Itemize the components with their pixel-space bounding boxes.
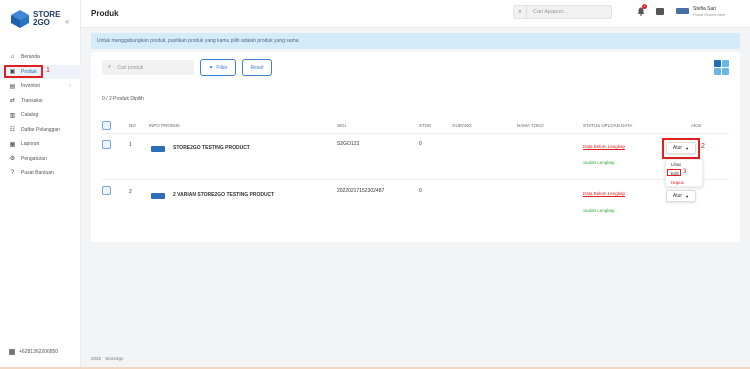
sidebar-item-label: Laporan xyxy=(21,141,40,148)
column-header-status: STATUS UPLOAD DATA xyxy=(583,123,633,128)
info-banner: Untuk menggabungkan produk, pastikan pro… xyxy=(91,33,740,49)
selected-count: 0 / 2 Produk Dipilih xyxy=(102,96,144,102)
column-header-info: INFO PRODUK xyxy=(149,123,181,128)
sidebar-item-transaksi[interactable]: ⇄ Transaksi xyxy=(0,94,81,109)
sidebar-item-pusat-bantuan[interactable]: ? Pusat Bantuan xyxy=(0,166,81,181)
menu-item-hapus[interactable]: Hapus xyxy=(671,180,684,185)
search-placeholder: Cari Apapun... xyxy=(533,9,568,15)
user-role: Pusat Eksmember xyxy=(693,12,726,17)
column-header-aksi: AKSI xyxy=(691,123,702,128)
status-complete-text: Sudah Lengkap xyxy=(583,160,615,165)
product-stok: 0 xyxy=(419,188,422,194)
notification-badge: 1 xyxy=(642,4,647,9)
annotation-number-3: 3 xyxy=(683,169,687,175)
column-header-nama-toko: NAMA TOKO xyxy=(517,123,544,128)
avatar[interactable] xyxy=(676,8,689,14)
column-header-sku: SKU xyxy=(337,123,347,128)
home-icon: ⌂ xyxy=(10,54,15,61)
atur-button[interactable]: Atur ▼ xyxy=(666,190,696,202)
status-incomplete-link[interactable]: Data Belum Lengkap xyxy=(583,144,625,149)
status-incomplete-link[interactable]: Data Belum Lengkap xyxy=(583,191,625,196)
store2go-logo[interactable]: STORE 2GO xyxy=(10,9,60,29)
catalog-icon: ▥ xyxy=(9,112,16,119)
phone-icon xyxy=(9,349,15,355)
product-thumbnail xyxy=(151,193,165,199)
filter-icon: ▼ xyxy=(208,64,214,71)
caret-down-icon: ▼ xyxy=(685,193,690,199)
footer: 2025 Store2go xyxy=(91,356,124,361)
product-name[interactable]: STORE2GO TESTING PRODUCT xyxy=(173,145,250,151)
footer-year: 2025 xyxy=(91,356,102,361)
divider xyxy=(102,179,729,180)
logo-line2: 2GO xyxy=(33,18,50,27)
row-checkbox[interactable] xyxy=(102,186,111,195)
row-no: 2 xyxy=(129,189,132,195)
column-header-no: NO xyxy=(129,123,136,128)
sidebar-item-label: Pengaturan xyxy=(21,155,47,162)
sidebar-item-laporan[interactable]: ▦ Laporan xyxy=(0,137,81,152)
sidebar-item-daftar-pelanggan[interactable]: ☷ Daftar Pelanggan xyxy=(0,123,81,138)
highlight-box-3 xyxy=(667,169,681,176)
search-icon: ⌕ xyxy=(108,64,112,70)
search-placeholder: Cari produk xyxy=(117,64,144,71)
chevron-right-icon: › xyxy=(69,83,71,90)
product-sku: S2GO123 xyxy=(337,141,360,147)
highlight-box-2 xyxy=(662,138,700,159)
product-card: ⌕ Cari produk ▼ Filter Reset 0 / 2 Produ… xyxy=(91,52,740,242)
divider xyxy=(102,133,729,134)
global-search-input[interactable]: ⌕ Cari Apapun... xyxy=(513,5,612,19)
top-header: Produk ⌕ Cari Apapun... 1 Stefia Sari Pu… xyxy=(81,0,750,28)
annotation-number-1: 1 xyxy=(46,67,50,74)
users-icon: ☷ xyxy=(9,127,16,134)
product-name[interactable]: 2 VARIAN STORE2GO TESTING PRODUCT xyxy=(173,192,274,198)
store-icon[interactable] xyxy=(656,8,664,15)
sidebar-item-catalog[interactable]: ▥ Catalog xyxy=(0,108,81,123)
cube-logo-icon xyxy=(11,10,29,28)
sidebar: STORE 2GO « ⌂ Beranda ▣ Produk ▤ Invento… xyxy=(0,0,81,369)
sidebar-item-label: Transaksi xyxy=(21,97,43,104)
product-sku: 20220217152302487 xyxy=(337,188,385,194)
sidebar-item-label: Beranda xyxy=(21,54,40,61)
contact-phone: +6281362206850 xyxy=(9,349,58,355)
sidebar-item-label: Daftar Pelanggan xyxy=(21,126,60,133)
grid-view-icon[interactable] xyxy=(714,60,729,75)
double-chevron-left-icon[interactable]: « xyxy=(65,17,69,26)
row-checkbox[interactable] xyxy=(102,140,111,149)
menu-item-lihat[interactable]: Lihat xyxy=(671,162,681,167)
product-stok: 0 xyxy=(419,141,422,147)
gear-icon: ⚙ xyxy=(9,156,16,163)
atur-label: Atur xyxy=(672,193,683,199)
select-all-checkbox[interactable] xyxy=(102,121,111,130)
warehouse-icon: ▤ xyxy=(9,83,16,90)
column-header-gudang: GUDANG xyxy=(452,123,472,128)
sidebar-item-label: Pusat Bantuan xyxy=(21,170,54,177)
status-complete-text: Sudah Lengkap xyxy=(583,208,615,213)
reset-button[interactable]: Reset xyxy=(242,59,272,76)
filter-label: Filter xyxy=(216,64,228,71)
column-header-stok: STOK xyxy=(419,123,432,128)
sidebar-item-inventori[interactable]: ▤ Inventori › xyxy=(0,79,81,94)
sidebar-item-label: Catalog xyxy=(21,112,39,119)
page-title: Produk xyxy=(91,9,119,18)
footer-brand: Store2go xyxy=(105,356,124,361)
row-no: 1 xyxy=(129,142,132,148)
swap-icon: ⇄ xyxy=(9,98,16,105)
help-icon: ? xyxy=(10,170,15,177)
report-icon: ▦ xyxy=(9,141,16,148)
product-search-input[interactable]: ⌕ Cari produk xyxy=(102,60,194,75)
sidebar-item-beranda[interactable]: ⌂ Beranda xyxy=(0,50,81,65)
filter-button[interactable]: ▼ Filter xyxy=(200,59,236,76)
phone-number: +6281362206850 xyxy=(19,349,59,355)
product-thumbnail xyxy=(151,146,165,152)
sidebar-item-pengaturan[interactable]: ⚙ Pengaturan xyxy=(0,152,81,167)
highlight-box-1 xyxy=(4,65,43,78)
sidebar-item-label: Inventori xyxy=(21,83,41,90)
search-icon: ⌕ xyxy=(514,6,527,18)
annotation-number-2: 2 xyxy=(701,143,705,150)
